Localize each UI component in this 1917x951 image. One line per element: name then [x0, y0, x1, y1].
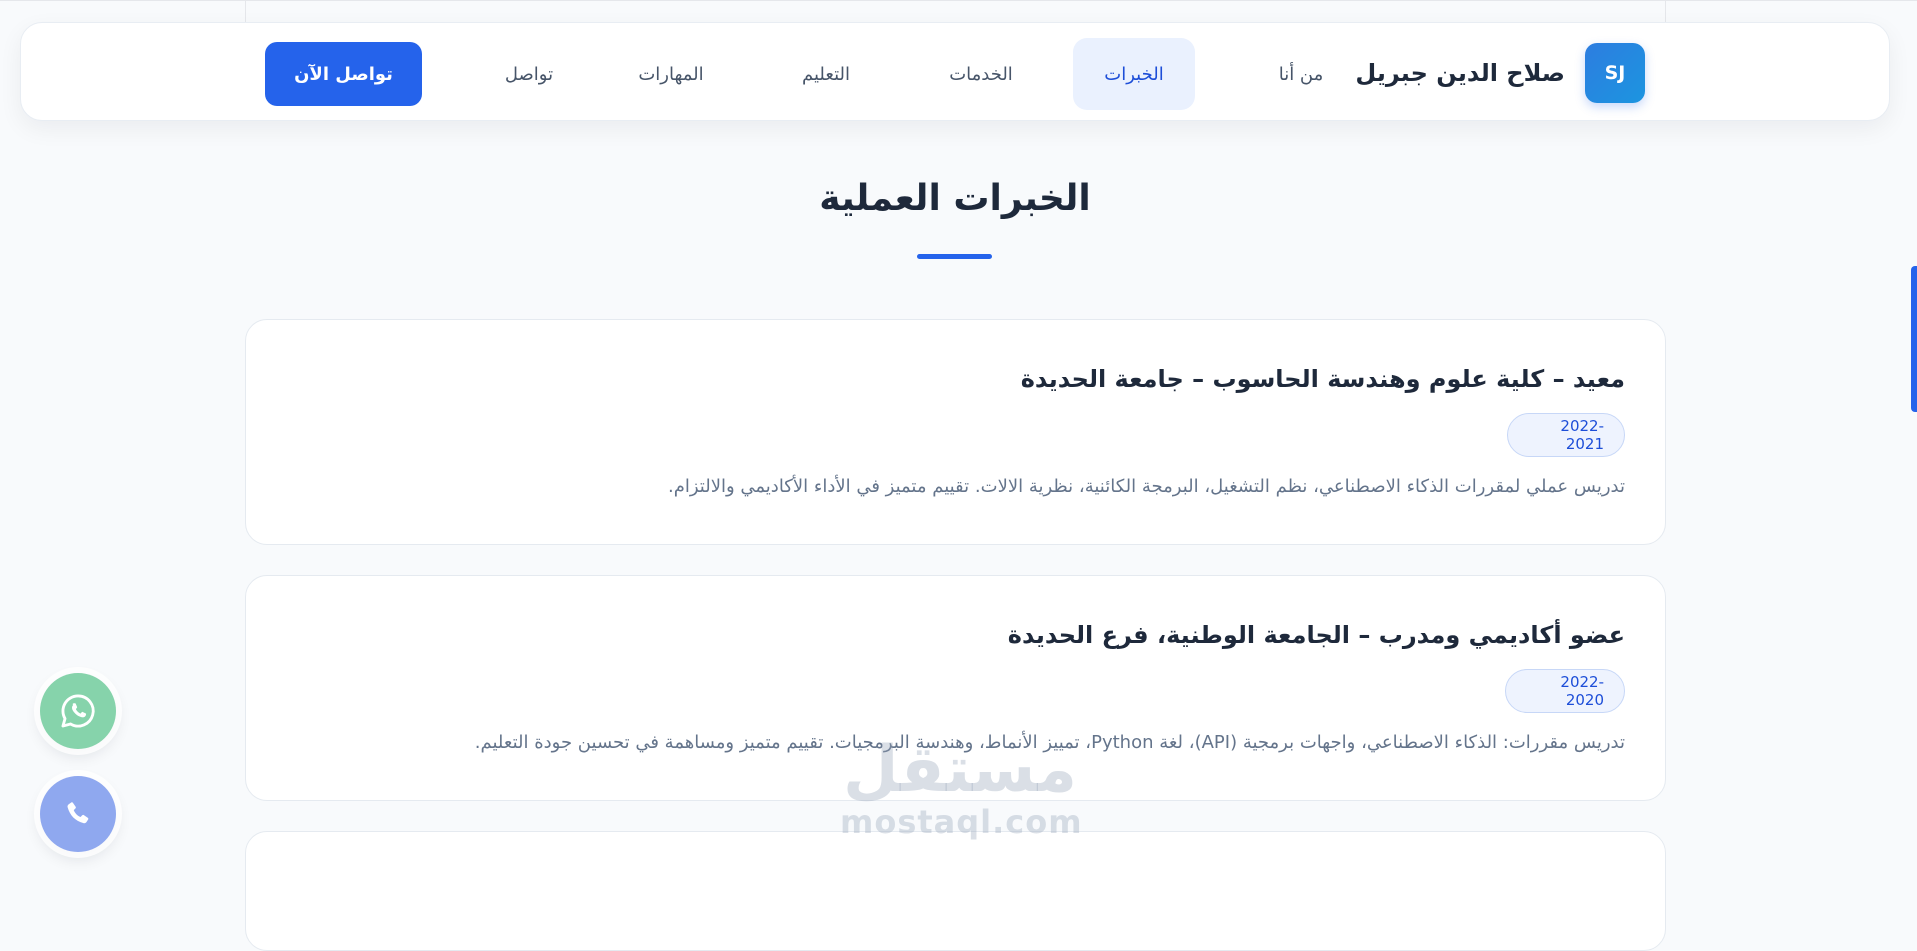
phone-icon	[67, 802, 89, 824]
top-divider	[0, 0, 1917, 1]
experience-title: معيد – كلية علوم وهندسة الحاسوب – جامعة …	[1020, 365, 1625, 393]
nav-item-skills[interactable]: المهارات	[611, 38, 731, 110]
experience-card: معيد – كلية علوم وهندسة الحاسوب – جامعة …	[245, 319, 1666, 545]
experience-description: تدريس مقررات: الذكاء الاصطناعي، واجهات ب…	[474, 732, 1625, 753]
contact-now-button[interactable]: تواصل الآن	[265, 42, 422, 106]
top-divider-left	[245, 0, 246, 22]
phone-button[interactable]	[40, 776, 116, 852]
section-title: الخبرات العملية	[819, 178, 1091, 219]
nav-item-about[interactable]: من أنا	[1241, 38, 1361, 110]
scrollbar-thumb[interactable]	[1911, 266, 1917, 412]
experience-period-badge: 2022-2020	[1505, 669, 1625, 713]
experience-description: تدريس عملي لمقررات الذكاء الاصطناعي، نظم…	[667, 476, 1625, 497]
whatsapp-button[interactable]	[40, 673, 116, 749]
nav-item-education[interactable]: التعليم	[766, 38, 886, 110]
nav-item-services[interactable]: الخدمات	[921, 38, 1041, 110]
top-divider-right	[1665, 0, 1666, 22]
experience-card: عضو أكاديمي ومدرب – الجامعة الوطنية، فرع…	[245, 575, 1666, 801]
experience-title: عضو أكاديمي ومدرب – الجامعة الوطنية، فرع…	[1007, 621, 1625, 649]
title-underline	[917, 254, 992, 259]
nav-item-contact[interactable]: تواصل	[469, 38, 589, 110]
experience-card	[245, 831, 1666, 951]
site-header: SJ صلاح الدين جبريل من أنا الخبرات الخدم…	[20, 22, 1890, 121]
nav-item-experience[interactable]: الخبرات	[1073, 38, 1195, 110]
whatsapp-icon	[61, 694, 95, 728]
experience-period-badge: 2022-2021	[1507, 413, 1625, 457]
